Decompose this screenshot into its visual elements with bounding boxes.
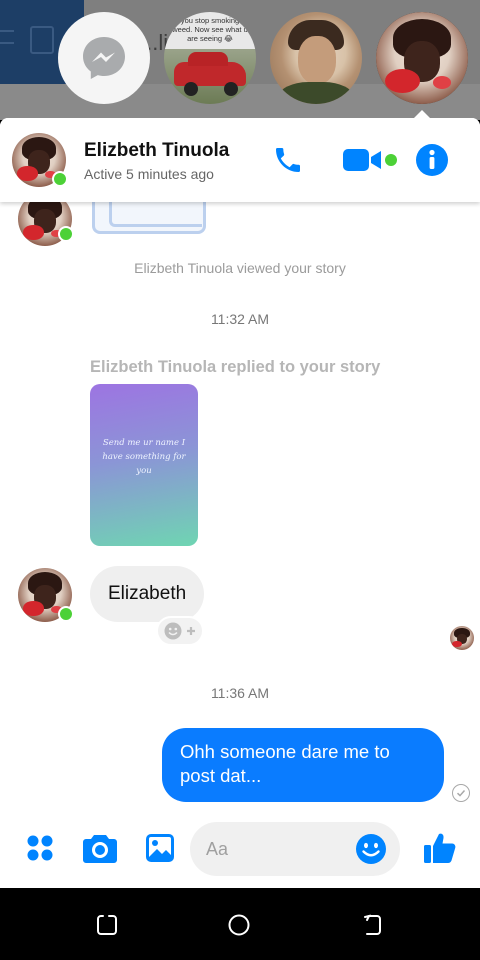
avatar-photo <box>450 626 474 650</box>
camera-icon <box>83 835 117 863</box>
contact-avatar-small[interactable] <box>18 568 74 622</box>
gallery-icon <box>146 834 174 862</box>
camera-button[interactable] <box>80 828 120 868</box>
photo-accent <box>17 166 38 181</box>
message-list[interactable]: Elizbeth Tinuola viewed your story 11:32… <box>0 192 480 812</box>
video-camera-icon <box>343 149 397 171</box>
chat-header: Elizbeth Tinuola Active 5 minutes ago <box>0 118 480 202</box>
system-navigation-bar <box>0 888 480 960</box>
story-reply-label: Elizbeth Tinuola replied to your story <box>90 358 381 376</box>
home-button[interactable] <box>222 908 256 942</box>
friend-photo-face <box>298 36 336 84</box>
sent-check-icon <box>452 784 470 802</box>
red-car-image <box>174 52 246 86</box>
timestamp: 11:32 AM <box>210 311 270 327</box>
system-message: Elizbeth Tinuola viewed your story <box>134 260 346 276</box>
recent-apps-icon <box>97 915 117 935</box>
story-preview[interactable]: Send me ur name I have something for you <box>90 384 198 546</box>
back-icon <box>364 914 381 935</box>
info-button[interactable] <box>412 140 452 180</box>
home-icon <box>228 914 250 936</box>
back-button[interactable] <box>356 908 390 942</box>
chat-heads-bar: you stop smoking weed. Now see what u ar… <box>0 12 480 106</box>
phone-icon <box>276 148 300 172</box>
message-input-container <box>190 822 400 876</box>
timestamp: 11:36 AM <box>210 685 270 701</box>
message-input[interactable] <box>206 834 346 864</box>
thumbs-up-sticker <box>92 202 206 234</box>
contact-name[interactable]: Elizbeth Tinuola <box>84 140 229 162</box>
outgoing-message[interactable]: Ohh someone dare me to post dat... <box>162 728 444 802</box>
photo-accent <box>452 640 462 648</box>
messenger-chat-head[interactable] <box>58 12 150 104</box>
photo-accent <box>433 76 452 90</box>
seen-receipt-avatar <box>450 626 474 650</box>
chat-head-active-contact[interactable] <box>376 12 468 104</box>
contact-photo <box>376 12 468 104</box>
chat-head-friend[interactable] <box>270 12 362 104</box>
check-mark <box>456 790 466 797</box>
chat-window: Elizbeth Tinuola Active 5 minutes ago El… <box>0 118 480 888</box>
story-photo-caption: you stop smoking weed. Now see what u ar… <box>172 16 248 43</box>
photo-accent <box>385 69 421 93</box>
messenger-icon <box>83 37 125 79</box>
gallery-button[interactable] <box>140 828 180 868</box>
menu-dots-icon <box>27 835 53 861</box>
car-wheel <box>224 82 238 96</box>
friend-photo-shirt <box>278 82 354 104</box>
contact-avatar[interactable] <box>12 133 68 187</box>
story-text: Send me ur name I have something for you <box>102 438 186 476</box>
send-like-button[interactable] <box>420 828 460 868</box>
online-indicator <box>52 171 68 187</box>
incoming-message[interactable]: Elizabeth <box>90 566 205 622</box>
add-reaction-button[interactable] <box>156 616 204 646</box>
emoji-icon <box>356 834 386 864</box>
thumbs-up-icon <box>424 833 456 863</box>
photo-accent <box>23 225 44 240</box>
online-indicator <box>58 606 74 622</box>
more-actions-button[interactable] <box>20 828 60 868</box>
recent-apps-button[interactable] <box>90 908 124 942</box>
info-icon <box>416 144 448 176</box>
emoji-button[interactable] <box>354 832 388 866</box>
message-composer <box>0 812 480 888</box>
car-wheel <box>184 82 198 96</box>
add-reaction-icon <box>164 622 195 640</box>
contact-status: Active 5 minutes ago <box>84 166 214 182</box>
chat-head-story[interactable]: you stop smoking weed. Now see what u ar… <box>164 12 256 104</box>
online-indicator <box>58 226 74 242</box>
video-call-button[interactable] <box>340 140 400 180</box>
voice-call-button[interactable] <box>268 140 308 180</box>
photo-accent <box>23 601 44 616</box>
